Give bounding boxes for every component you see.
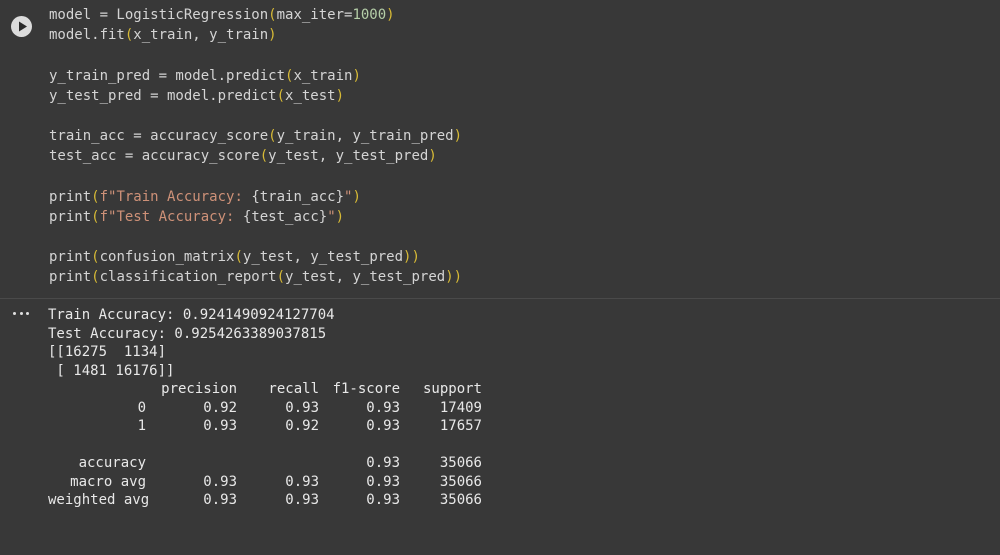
code-token: 1000 [352,7,387,23]
code-token: f"Test Accuracy: [99,208,243,225]
code-token: ( [276,269,286,286]
code-cell[interactable]: model = LogisticRegression(max_iter=1000… [0,0,1000,298]
code-line: model = LogisticRegression(max_iter=1000… [49,5,1000,25]
code-token: y_test_pred = model.predict [49,87,277,104]
output-line-matrix-row-2: [ 1481 16176]] [48,362,175,379]
notebook-page: model = LogisticRegression(max_iter=1000… [0,0,1000,555]
code-token: {train_acc} [251,188,345,205]
code-line: y_train_pred = model.predict(x_train) [49,66,1000,86]
code-token: )) [445,269,463,286]
code-token: ) [268,27,277,44]
code-token: x_train [293,67,353,84]
report-cell: support [422,381,482,397]
code-line: print(f"Test Accuracy: {test_acc}") [49,207,1000,227]
code-line: y_test_pred = model.predict(x_test) [49,86,1000,106]
code-token: model = LogisticRegression [49,7,269,23]
code-token: ( [91,208,100,225]
code-token: y_test, y_test_pred [268,148,429,165]
cell-output: Train Accuracy: 0.9241490924127704 Test … [48,306,1000,380]
code-token: y_train_pred = model.predict [49,67,286,84]
more-horizontal-icon[interactable] [13,306,29,320]
report-cell: 35066 [439,455,482,471]
code-token: ) [428,148,437,165]
cell-divider [0,298,1000,299]
code-token: ( [234,249,243,266]
code-token: y_test, y_test_pred [285,269,446,286]
code-token: x_test [285,87,336,104]
code-line: print(f"Train Accuracy: {train_acc}") [49,187,1000,207]
code-token: x_train, y_train [133,27,269,44]
code-token: ) [335,208,345,225]
code-editor[interactable]: model = LogisticRegression(max_iter=1000… [49,5,1000,288]
output-line-matrix-row-1: [[16275 1134] [48,344,167,360]
code-token: f"Train Accuracy: [99,188,252,205]
code-token: y_train, y_train_pred [276,128,454,145]
code-token: {test_acc} [242,208,328,225]
code-line: print(classification_report(y_test, y_te… [49,267,1000,287]
code-token: y_test, y_test_pred [242,249,404,266]
code-token: ( [91,249,100,266]
run-cell-button[interactable] [11,16,32,37]
code-token: classification_report [99,269,277,286]
report-cell: 35066 [439,492,482,508]
code-token: model.fit [49,27,125,44]
code-token: ) [386,7,395,23]
code-token: ( [268,7,277,23]
code-token: " [327,208,336,225]
code-token: test_acc = accuracy_score [49,148,260,165]
code-token: ( [276,87,286,104]
output-line-train-acc: Train Accuracy: 0.9241490924127704 [48,307,335,323]
code-token: print [49,208,92,225]
code-token: max_iter= [276,7,353,23]
code-token: ( [91,269,100,286]
code-token: print [49,188,92,205]
code-token: print [49,249,92,266]
code-token: train_acc = accuracy_score [49,128,269,145]
code-token: ) [335,87,345,104]
code-token: ) [352,188,361,205]
code-line: print(confusion_matrix(y_test, y_test_pr… [49,247,1000,267]
report-cell: 35066 [439,473,482,490]
code-token: print [49,269,92,286]
code-token: ) [453,128,463,145]
code-token: )) [403,249,420,266]
report-cell: 17409 [439,399,482,416]
code-token: ( [259,148,269,165]
code-token: ) [352,67,361,84]
code-token: ( [91,188,100,205]
output-line-test-acc: Test Accuracy: 0.9254263389037815 [48,325,327,342]
play-icon [19,21,27,32]
report-cell: 17657 [439,418,482,434]
code-token: ( [268,128,277,145]
code-token: confusion_matrix [99,249,235,266]
code-line: train_acc = accuracy_score(y_train, y_tr… [49,126,1000,146]
code-line: model.fit(x_train, y_train) [49,25,1000,45]
code-line: test_acc = accuracy_score(y_test, y_test… [49,146,1000,166]
